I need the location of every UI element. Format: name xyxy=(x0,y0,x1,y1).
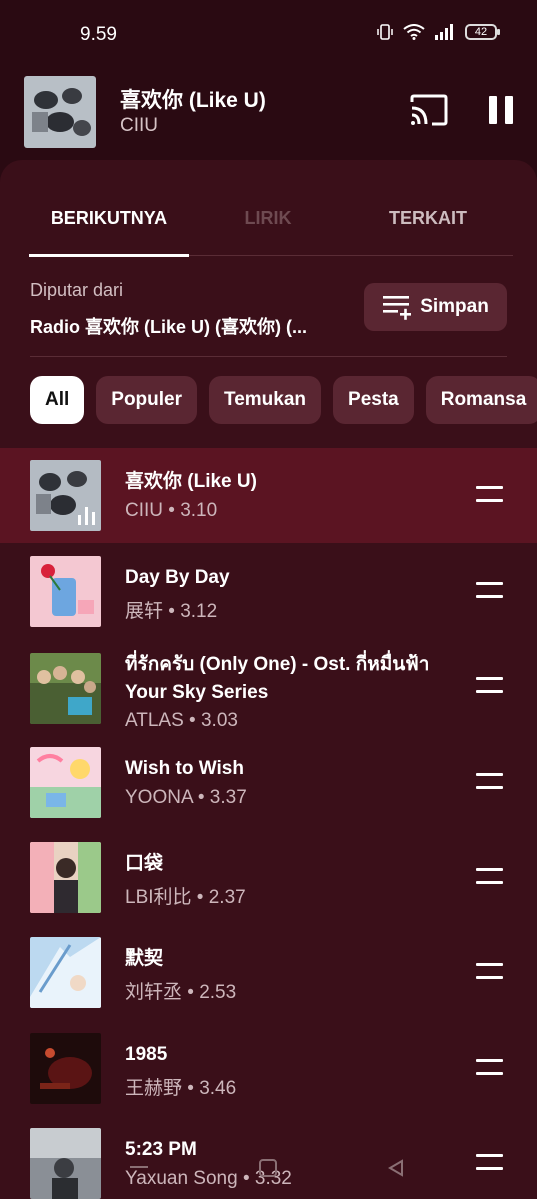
now-playing-artist: CIIU xyxy=(120,115,158,136)
album-art xyxy=(24,76,96,148)
signal-icon xyxy=(435,24,453,40)
pause-button[interactable] xyxy=(486,94,516,126)
queue-item-subtitle: 展轩 • 3.12 xyxy=(125,601,218,622)
status-time: 9.59 xyxy=(80,24,117,45)
queue-item[interactable]: Wish to Wish YOONA • 3.37 xyxy=(0,735,537,830)
queue-item-subtitle: ATLAS • 3.03 xyxy=(125,710,238,731)
queue-item[interactable]: 口袋 LBI利比 • 2.37 xyxy=(0,830,537,925)
pause-icon xyxy=(489,96,497,124)
queue-item-title: 口袋 xyxy=(125,853,164,874)
mini-player[interactable]: 喜欢你 (Like U) CIIU xyxy=(0,68,537,160)
equalizer-icon xyxy=(78,507,95,525)
tab-bar: BERIKUTNYA LIRIK TERKAIT xyxy=(0,160,537,257)
drag-handle-icon[interactable] xyxy=(476,486,503,504)
drag-handle-icon[interactable] xyxy=(476,773,503,791)
queue-item-current[interactable]: 喜欢你 (Like U) CIIU • 3.10 xyxy=(0,448,537,543)
queue-item-subtitle: CIIU • 3.10 xyxy=(125,500,218,521)
drag-handle-icon[interactable] xyxy=(476,1059,503,1077)
queue-item-subtitle: LBI利比 • 2.37 xyxy=(125,887,246,908)
chip-romansa[interactable]: Romansa xyxy=(425,376,537,424)
nav-home-icon[interactable] xyxy=(258,1158,278,1178)
nav-menu-icon[interactable] xyxy=(128,1158,150,1178)
queue-thumbnail xyxy=(30,1033,101,1104)
vibrate-icon xyxy=(377,24,393,40)
chip-populer[interactable]: Populer xyxy=(96,376,198,424)
drag-handle-icon[interactable] xyxy=(476,582,503,600)
queue-thumbnail xyxy=(30,556,101,627)
tab-divider xyxy=(189,255,513,256)
queue-item-title: 默契 xyxy=(125,948,164,969)
system-nav-bar xyxy=(0,1150,537,1199)
save-label: Simpan xyxy=(420,296,489,317)
queue-thumbnail xyxy=(30,842,101,913)
queue-sheet: BERIKUTNYA LIRIK TERKAIT Diputar dari Ra… xyxy=(0,160,537,1199)
chip-all[interactable]: All xyxy=(30,376,85,424)
queue-item[interactable]: 默契 刘轩丞 • 2.53 xyxy=(0,925,537,1020)
tab-related[interactable]: TERKAIT xyxy=(348,208,508,229)
battery-icon: 42 xyxy=(465,24,500,40)
tab-next[interactable]: BERIKUTNYA xyxy=(29,208,189,229)
drag-handle-icon[interactable] xyxy=(476,963,503,981)
queue-thumbnail xyxy=(30,460,101,531)
queue-item-subtitle: YOONA • 3.37 xyxy=(125,787,247,808)
queue-item-subtitle: 王赫野 • 3.46 xyxy=(125,1078,237,1099)
playing-from-label: Diputar dari xyxy=(30,280,124,300)
tab-lyrics[interactable]: LIRIK xyxy=(188,208,348,229)
queue-item-title: ที่รักครับ (Only One) - Ost. กี่หมื่นฟ้า… xyxy=(125,654,430,703)
save-button[interactable]: Simpan xyxy=(364,283,507,331)
drag-handle-icon[interactable] xyxy=(476,868,503,886)
now-playing-title: 喜欢你 (Like U) xyxy=(120,89,266,112)
queue-thumbnail xyxy=(30,653,101,724)
queue-item-title: Day By Day xyxy=(125,567,230,588)
tab-indicator xyxy=(29,254,189,257)
drag-handle-icon[interactable] xyxy=(476,677,503,695)
queue-item[interactable]: ที่รักครับ (Only One) - Ost. กี่หมื่นฟ้า… xyxy=(0,639,537,734)
chip-temukan[interactable]: Temukan xyxy=(209,376,322,424)
wifi-icon xyxy=(403,24,425,40)
cast-icon[interactable] xyxy=(410,94,448,126)
queue-item[interactable]: Day By Day 展轩 • 3.12 xyxy=(0,544,537,639)
queue-item[interactable]: 1985 王赫野 • 3.46 xyxy=(0,1021,537,1116)
chip-pesta[interactable]: Pesta xyxy=(333,376,414,424)
nav-back-icon[interactable] xyxy=(386,1158,406,1178)
queue-item-title: 1985 xyxy=(125,1044,168,1065)
playing-from-source: Radio 喜欢你 (Like U) (喜欢你) (... xyxy=(30,317,307,337)
status-icons: 42 xyxy=(377,24,500,40)
queue-thumbnail xyxy=(30,937,101,1008)
playlist-add-icon xyxy=(383,296,412,320)
playing-from[interactable]: Diputar dari Radio 喜欢你 (Like U) (喜欢你) (.… xyxy=(30,280,360,339)
filter-chips: All Populer Temukan Pesta Romansa xyxy=(30,376,537,424)
queue-item-subtitle: 刘轩丞 • 2.53 xyxy=(125,982,237,1003)
queue-thumbnail xyxy=(30,747,101,818)
status-bar: 9.59 42 xyxy=(0,0,537,68)
section-divider xyxy=(30,356,507,357)
queue-item-title: 喜欢你 (Like U) xyxy=(125,471,257,492)
queue-item-title: Wish to Wish xyxy=(125,758,244,779)
